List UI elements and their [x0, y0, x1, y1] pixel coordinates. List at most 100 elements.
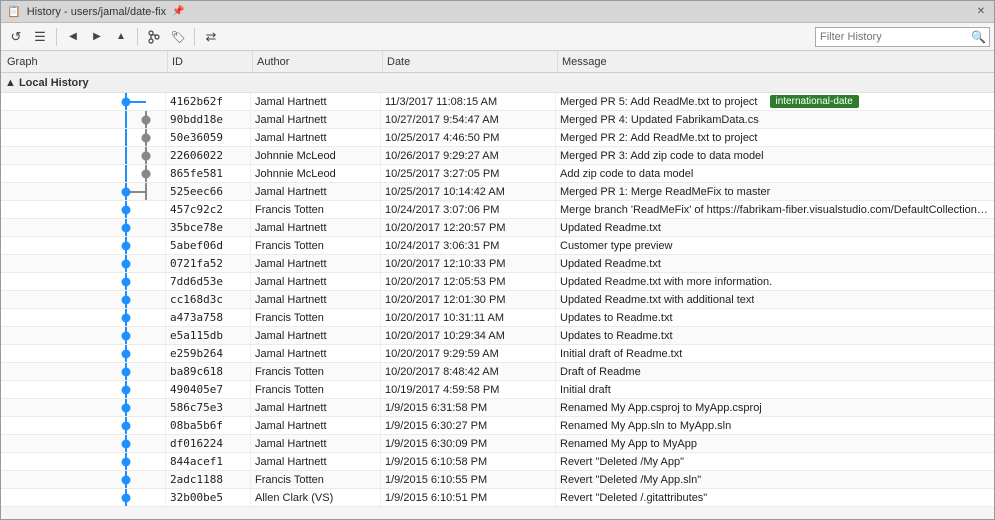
graph-cell	[1, 489, 166, 506]
message-cell: Revert "Deleted /.gitattributes"	[556, 489, 994, 506]
list-button[interactable]: ☰	[29, 26, 51, 48]
col-id: ID	[168, 51, 253, 72]
graph-cell	[1, 201, 166, 218]
id-cell: e259b264	[166, 345, 251, 362]
message-cell: Merged PR 5: Add ReadMe.txt to projectin…	[556, 93, 994, 110]
message-cell: Updates to Readme.txt	[556, 309, 994, 326]
id-cell: ba89c618	[166, 363, 251, 380]
author-cell: Allen Clark (VS)	[251, 489, 381, 506]
date-cell: 1/9/2015 6:30:09 PM	[381, 435, 556, 452]
graph-cell	[1, 471, 166, 488]
author-cell: Jamal Hartnett	[251, 129, 381, 146]
table-row[interactable]: 0721fa52Jamal Hartnett10/20/2017 12:10:3…	[1, 255, 994, 273]
message-cell: Renamed My App.csproj to MyApp.csproj	[556, 399, 994, 416]
table-row[interactable]: 5abef06dFrancis Totten10/24/2017 3:06:31…	[1, 237, 994, 255]
table-row[interactable]: 90bdd18eJamal Hartnett10/27/2017 9:54:47…	[1, 111, 994, 129]
message-cell: Updated Readme.txt	[556, 219, 994, 236]
graph-cell	[1, 147, 166, 164]
table-row[interactable]: 22606022Johnnie McLeod10/26/2017 9:29:27…	[1, 147, 994, 165]
id-cell: 457c92c2	[166, 201, 251, 218]
author-cell: Francis Totten	[251, 237, 381, 254]
graph-cell	[1, 129, 166, 146]
nav-forward-button[interactable]: ▶	[86, 26, 108, 48]
table-row[interactable]: 35bce78eJamal Hartnett10/20/2017 12:20:5…	[1, 219, 994, 237]
id-cell: 2adc1188	[166, 471, 251, 488]
title-bar: 📋 History - users/jamal/date-fix 📌 ✕	[1, 1, 994, 23]
graph-cell	[1, 219, 166, 236]
graph-cell	[1, 237, 166, 254]
nav-back-button[interactable]: ◀	[62, 26, 84, 48]
graph-cell	[1, 327, 166, 344]
date-cell: 10/24/2017 3:07:06 PM	[381, 201, 556, 218]
message-cell: Revert "Deleted /My App.sln"	[556, 471, 994, 488]
id-cell: 490405e7	[166, 381, 251, 398]
section-header: ▲ Local History	[1, 73, 994, 93]
table-row[interactable]: 32b00be5Allen Clark (VS)1/9/2015 6:10:51…	[1, 489, 994, 507]
date-cell: 10/26/2017 9:29:27 AM	[381, 147, 556, 164]
table-row[interactable]: 844acef1Jamal Hartnett1/9/2015 6:10:58 P…	[1, 453, 994, 471]
table-row[interactable]: 457c92c2Francis Totten10/24/2017 3:07:06…	[1, 201, 994, 219]
id-cell: 0721fa52	[166, 255, 251, 272]
table-row[interactable]: 525eec66Jamal Hartnett10/25/2017 10:14:4…	[1, 183, 994, 201]
table-row[interactable]: 490405e7Francis Totten10/19/2017 4:59:58…	[1, 381, 994, 399]
message-cell: Customer type preview	[556, 237, 994, 254]
title-bar-controls: ✕	[974, 5, 988, 19]
id-cell: 22606022	[166, 147, 251, 164]
filter-input[interactable]	[815, 27, 990, 47]
author-cell: Francis Totten	[251, 201, 381, 218]
author-cell: Jamal Hartnett	[251, 345, 381, 362]
id-cell: e5a115db	[166, 327, 251, 344]
id-cell: 32b00be5	[166, 489, 251, 506]
table-row[interactable]: df016224Jamal Hartnett1/9/2015 6:30:09 P…	[1, 435, 994, 453]
id-cell: 5abef06d	[166, 237, 251, 254]
table-row[interactable]: 2adc1188Francis Totten1/9/2015 6:10:55 P…	[1, 471, 994, 489]
table-row[interactable]: e5a115dbJamal Hartnett10/20/2017 10:29:3…	[1, 327, 994, 345]
message-cell: Revert "Deleted /My App"	[556, 453, 994, 470]
col-date: Date	[383, 51, 558, 72]
date-cell: 1/9/2015 6:10:51 PM	[381, 489, 556, 506]
window-title: History - users/jamal/date-fix	[27, 6, 166, 18]
close-icon[interactable]: ✕	[974, 5, 988, 19]
id-cell: 586c75e3	[166, 399, 251, 416]
graph-cell	[1, 453, 166, 470]
date-cell: 10/20/2017 12:10:33 PM	[381, 255, 556, 272]
author-cell: Jamal Hartnett	[251, 273, 381, 290]
table-row[interactable]: 7dd6d53eJamal Hartnett10/20/2017 12:05:5…	[1, 273, 994, 291]
message-cell: Renamed My App.sln to MyApp.sln	[556, 417, 994, 434]
message-cell: Add zip code to data model	[556, 165, 994, 182]
date-cell: 10/27/2017 9:54:47 AM	[381, 111, 556, 128]
table-row[interactable]: 08ba5b6fJamal Hartnett1/9/2015 6:30:27 P…	[1, 417, 994, 435]
id-cell: 7dd6d53e	[166, 273, 251, 290]
table-row[interactable]: a473a758Francis Totten10/20/2017 10:31:1…	[1, 309, 994, 327]
column-headers: Graph ID Author Date Message	[1, 51, 994, 73]
pin-icon: 📌	[172, 6, 184, 17]
table-row[interactable]: e259b264Jamal Hartnett10/20/2017 9:29:59…	[1, 345, 994, 363]
id-cell: 35bce78e	[166, 219, 251, 236]
date-cell: 10/20/2017 12:01:30 PM	[381, 291, 556, 308]
col-message: Message	[558, 51, 994, 72]
table-row[interactable]: 586c75e3Jamal Hartnett1/9/2015 6:31:58 P…	[1, 399, 994, 417]
message-cell: Draft of Readme	[556, 363, 994, 380]
nav-up-button[interactable]: ▲	[110, 26, 132, 48]
id-cell: 525eec66	[166, 183, 251, 200]
id-cell: 4162b62f	[166, 93, 251, 110]
date-cell: 10/20/2017 12:20:57 PM	[381, 219, 556, 236]
compare-button[interactable]: ⇄	[200, 26, 222, 48]
graph-cell	[1, 183, 166, 200]
branch-button[interactable]	[143, 26, 165, 48]
table-row[interactable]: ba89c618Francis Totten10/20/2017 8:48:42…	[1, 363, 994, 381]
table-row[interactable]: 50e36059Jamal Hartnett10/25/2017 4:46:50…	[1, 129, 994, 147]
rows-container[interactable]: 4162b62f Jamal Hartnett 11/3/2017 11:08:15…	[1, 93, 994, 519]
message-cell: Initial draft of Readme.txt	[556, 345, 994, 362]
table-row[interactable]: 865fe581Johnnie McLeod10/25/2017 3:27:05…	[1, 165, 994, 183]
date-cell: 10/25/2017 10:14:42 AM	[381, 183, 556, 200]
id-cell: 90bdd18e	[166, 111, 251, 128]
date-cell: 11/3/2017 11:08:15 AM	[381, 93, 556, 110]
tag-button[interactable]: 🏷	[167, 26, 189, 48]
id-cell: 844acef1	[166, 453, 251, 470]
window-icon: 📋	[7, 5, 21, 18]
refresh-button[interactable]: ↺	[5, 26, 27, 48]
table-row[interactable]: 4162b62fJamal Hartnett11/3/2017 11:08:15…	[1, 93, 994, 111]
table-row[interactable]: cc168d3cJamal Hartnett10/20/2017 12:01:3…	[1, 291, 994, 309]
date-cell: 1/9/2015 6:30:27 PM	[381, 417, 556, 434]
